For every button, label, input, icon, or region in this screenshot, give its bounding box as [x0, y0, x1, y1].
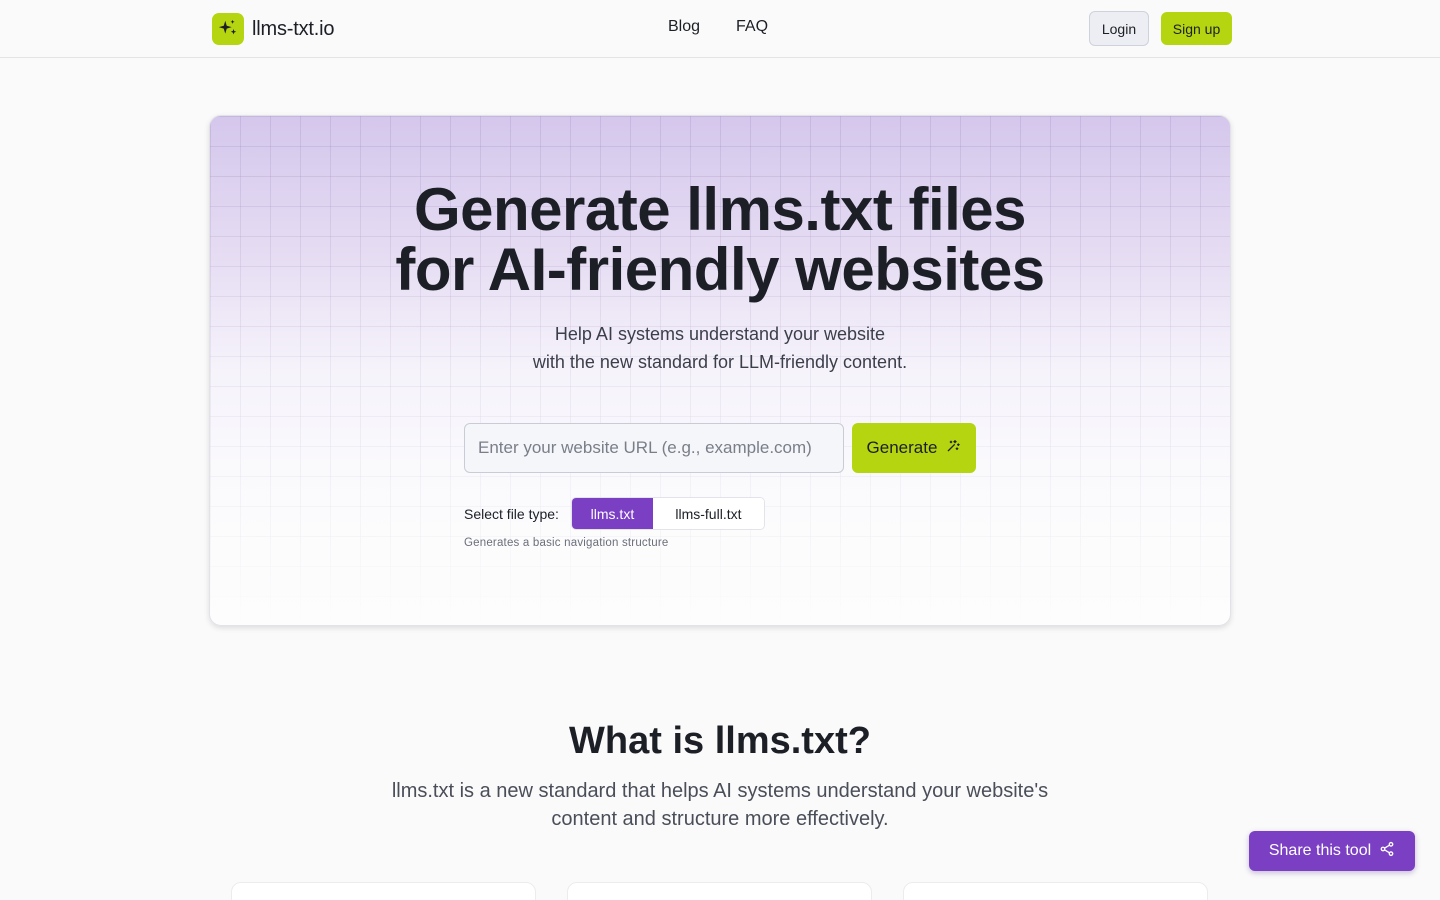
- hero-card: Generate llms.txt files for AI-friendly …: [209, 115, 1231, 626]
- hero-subtitle-line1: Help AI systems understand your website: [554, 324, 886, 344]
- file-type-help-text: Generates a basic navigation structure: [464, 537, 669, 549]
- magic-wand-icon: [945, 438, 961, 459]
- login-button[interactable]: Login: [1089, 11, 1149, 46]
- what-is-description-line2: content and structure more effectively.: [551, 808, 889, 830]
- file-type-segmented-control: llms.txt llms-full.txt: [570, 497, 765, 530]
- hero-subtitle-line2: with the new standard for LLM-friendly c…: [532, 352, 908, 372]
- logo-text: llms-txt.io: [252, 17, 335, 40]
- hero-title-line2: for AI-friendly websites: [395, 236, 1045, 303]
- file-type-option-llms-txt[interactable]: llms.txt: [571, 498, 653, 529]
- hero-title-line1: Generate llms.txt files: [413, 176, 1027, 243]
- file-type-option-llms-full-txt[interactable]: llms-full.txt: [652, 498, 764, 529]
- file-type-selector: Select file type: llms.txt llms-full.txt: [464, 497, 765, 530]
- signup-button[interactable]: Sign up: [1161, 12, 1232, 45]
- what-is-description-line1: llms.txt is a new standard that helps AI…: [391, 780, 1049, 802]
- share-tool-label: Share this tool: [1268, 842, 1372, 859]
- what-is-description: llms.txt is a new standard that helps AI…: [0, 777, 1440, 833]
- feature-card-3: [903, 882, 1208, 900]
- feature-card-1: [231, 882, 536, 900]
- hero-title: Generate llms.txt files for AI-friendly …: [210, 180, 1230, 300]
- share-tool-button[interactable]: Share this tool: [1249, 831, 1415, 871]
- generate-button-label: Generate: [866, 438, 938, 457]
- file-type-label: Select file type:: [464, 505, 559, 522]
- website-url-input[interactable]: [464, 423, 844, 473]
- site-header: llms-txt.io Blog FAQ Login Sign up: [0, 0, 1440, 58]
- sparkles-icon: [212, 13, 244, 45]
- logo[interactable]: llms-txt.io: [212, 13, 334, 45]
- nav-link-blog[interactable]: Blog: [668, 18, 700, 36]
- generate-button[interactable]: Generate: [852, 423, 976, 473]
- nav-link-faq[interactable]: FAQ: [736, 18, 768, 36]
- feature-card-2: [567, 882, 872, 900]
- what-is-title: What is llms.txt?: [569, 720, 871, 762]
- hero-subtitle: Help AI systems understand your website …: [210, 320, 1230, 376]
- share-icon: [1379, 841, 1395, 862]
- main-nav: Blog FAQ: [668, 18, 768, 36]
